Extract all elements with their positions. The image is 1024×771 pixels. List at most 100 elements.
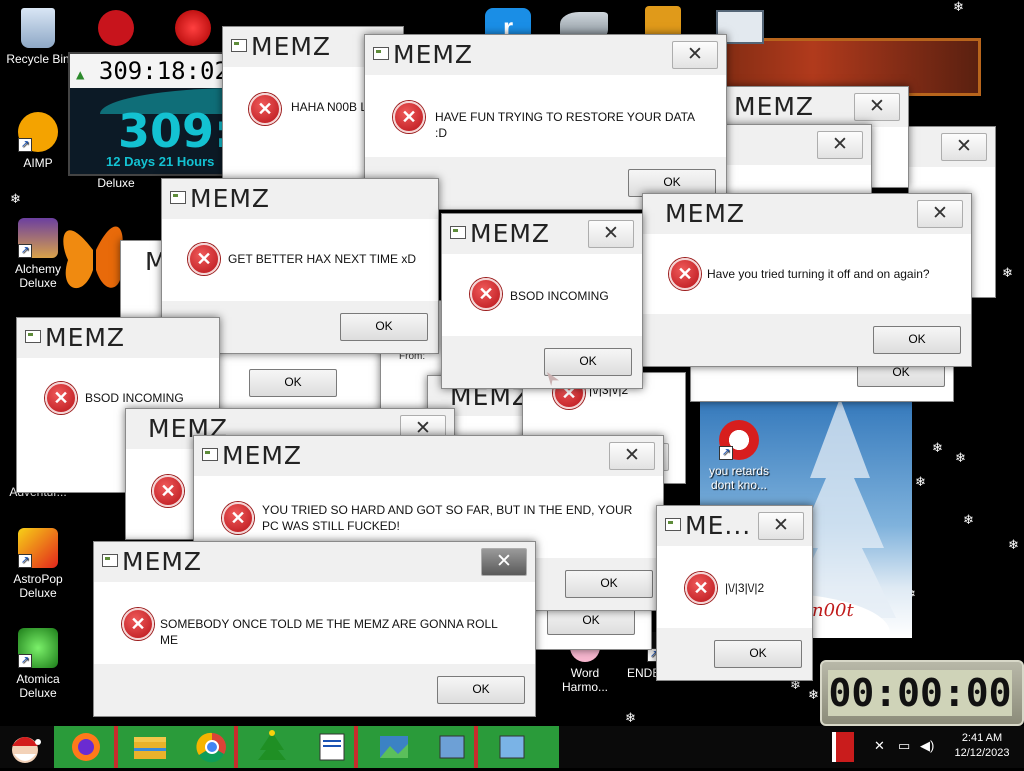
taskbar-christmas-tree[interactable] bbox=[250, 728, 294, 766]
taskbar-notepad[interactable] bbox=[310, 728, 354, 766]
desktop: ❄ ❄ ❄ ❄ ❄ ❄ ❄ ❄ ❄ ❄ ❄ ❄ ❄ n00t Recycle B… bbox=[0, 0, 1024, 726]
ok-button[interactable]: OK bbox=[873, 326, 961, 354]
top-icon-red[interactable] bbox=[98, 10, 134, 46]
taskbar: ✕ ▭ ◀) 2:41 AM 12/12/2023 bbox=[0, 726, 1024, 768]
popup-close-button[interactable]: ✕ bbox=[758, 512, 804, 540]
popup-title: MEMZ bbox=[665, 199, 746, 228]
volume-icon[interactable]: ◀) bbox=[920, 738, 934, 754]
shortcut-arrow-icon: ↗ bbox=[18, 244, 32, 258]
popup-title: ME... bbox=[685, 511, 752, 540]
app-window-icon bbox=[170, 191, 186, 204]
shortcut-arrow-icon: ↗ bbox=[18, 554, 32, 568]
popup-close-button[interactable]: ✕ bbox=[941, 133, 987, 161]
popup-message: GET BETTER HAX NEXT TIME xD bbox=[228, 252, 417, 266]
desktop-icon-label: Deluxe bbox=[97, 176, 135, 190]
digital-countdown-widget[interactable]: 00:00:00 bbox=[820, 660, 1024, 726]
popup-message: BSOD INCOMING bbox=[85, 391, 184, 405]
show-desktop-flag[interactable] bbox=[832, 732, 854, 762]
desktop-icon-aimp[interactable]: ↗ AIMP bbox=[2, 112, 74, 170]
error-icon: ✕ bbox=[393, 101, 425, 133]
popup-close-button[interactable]: ✕ bbox=[588, 220, 634, 248]
desktop-icon-red-dragon[interactable]: ↗ you retards dont kno... bbox=[703, 420, 775, 492]
taskbar-app[interactable] bbox=[490, 728, 534, 766]
error-icon: ✕ bbox=[685, 572, 717, 604]
ok-button[interactable]: OK bbox=[565, 570, 653, 598]
ok-button[interactable]: OK bbox=[249, 369, 337, 397]
memz-popup-ok-bg-1[interactable]: OK bbox=[218, 352, 388, 414]
error-icon: ✕ bbox=[669, 258, 701, 290]
taskbar-firefox[interactable] bbox=[64, 728, 108, 766]
app-window-icon bbox=[202, 448, 218, 461]
error-icon: ✕ bbox=[122, 608, 154, 640]
snowflake: ❄ bbox=[1008, 537, 1019, 552]
error-icon: ✕ bbox=[188, 243, 220, 275]
desktop-icon-astropop[interactable]: ↗ AstroPop Deluxe bbox=[2, 528, 74, 600]
taskbar-clock[interactable]: 2:41 AM 12/12/2023 bbox=[952, 731, 1012, 761]
alchemy-wizard-icon: ↗ bbox=[18, 218, 58, 258]
memz-popup-meme[interactable]: ME... ✕ ✕ |\/|3|\/|2 OK bbox=[656, 505, 813, 681]
start-button[interactable] bbox=[4, 728, 46, 766]
desktop-icon-atomica[interactable]: ↗ Atomica Deluxe bbox=[2, 628, 74, 700]
memz-popup-bsod-center[interactable]: MEMZ ✕ ✕ BSOD INCOMING OK bbox=[441, 213, 643, 389]
popup-title: MEMZ bbox=[470, 219, 551, 248]
ok-button[interactable]: OK bbox=[547, 607, 635, 635]
ok-button[interactable]: OK bbox=[714, 640, 802, 668]
popup-title: MEMZ bbox=[122, 547, 203, 576]
widget-big-number: 309: bbox=[118, 104, 232, 158]
app-window-icon bbox=[665, 518, 681, 531]
popup-close-button[interactable]: ✕ bbox=[609, 442, 655, 470]
shortcut-arrow-icon: ↗ bbox=[18, 654, 32, 668]
popup-close-button[interactable]: ✕ bbox=[817, 131, 863, 159]
snowflake: ❄ bbox=[10, 191, 21, 206]
countdown-display: 00:00:00 bbox=[828, 670, 1012, 716]
astropop-icon: ↗ bbox=[18, 528, 58, 568]
popup-message: BSOD INCOMING bbox=[510, 289, 609, 303]
network-icon[interactable]: ✕ bbox=[874, 738, 885, 754]
snowflake: ❄ bbox=[953, 0, 964, 14]
popup-title: MEMZ bbox=[190, 184, 271, 213]
top-icon-mushroom[interactable] bbox=[175, 10, 211, 46]
snowflake: ❄ bbox=[955, 450, 966, 465]
popup-title: MEMZ bbox=[393, 40, 474, 69]
snowflake: ❄ bbox=[1002, 265, 1013, 280]
taskbar-file-explorer[interactable] bbox=[128, 728, 172, 766]
desktop-icon-deluxe[interactable]: Deluxe bbox=[80, 176, 152, 190]
desktop-icon-recycle-bin[interactable]: Recycle Bin bbox=[2, 8, 74, 66]
battery-icon[interactable]: ▭ bbox=[898, 738, 910, 754]
popup-close-button[interactable]: ✕ bbox=[481, 548, 527, 576]
popup-close-button[interactable]: ✕ bbox=[854, 93, 900, 121]
countdown-widget[interactable]: ▲ 309:18:02 309: 12 Days 21 Hours bbox=[68, 52, 232, 176]
desktop-icon-label: AstroPop Deluxe bbox=[13, 572, 63, 600]
desktop-icon-label: Alchemy Deluxe bbox=[14, 262, 61, 290]
ok-button[interactable]: OK bbox=[340, 313, 428, 341]
popup-close-button[interactable]: ✕ bbox=[672, 41, 718, 69]
desktop-icon-label: you retards dont kno... bbox=[708, 464, 770, 492]
snowflake: ❄ bbox=[915, 474, 926, 489]
memz-popup-somebody[interactable]: MEMZ ✕ ✕ SOMEBODY ONCE TOLD ME THE MEMZ … bbox=[93, 541, 536, 717]
popup-title: MEMZ bbox=[734, 92, 815, 121]
aimp-icon: ↗ bbox=[18, 112, 58, 152]
app-window-icon bbox=[450, 226, 466, 239]
notepad-icon bbox=[319, 733, 345, 761]
app-window-icon bbox=[102, 554, 118, 567]
popup-title: MEMZ bbox=[251, 32, 332, 61]
ok-button[interactable]: OK bbox=[544, 348, 632, 376]
error-icon: ✕ bbox=[152, 475, 184, 507]
popup-message: Have you tried turning it off and on aga… bbox=[707, 267, 930, 281]
ok-button[interactable]: OK bbox=[437, 676, 525, 704]
desktop-icon-label: AIMP bbox=[23, 156, 53, 170]
memz-popup-turn-off[interactable]: MEMZ ✕ ✕ Have you tried turning it off a… bbox=[642, 193, 972, 367]
popup-close-button[interactable]: ✕ bbox=[917, 200, 963, 228]
desktop-icon-label: Atomica Deluxe bbox=[16, 672, 60, 700]
error-icon: ✕ bbox=[249, 93, 281, 125]
app-window-icon bbox=[25, 330, 41, 343]
app-window-icon bbox=[373, 47, 389, 60]
widget-digits: 309:18:02 bbox=[98, 57, 229, 85]
taskbar-app[interactable] bbox=[430, 728, 474, 766]
taskbar-chrome[interactable] bbox=[190, 728, 234, 766]
taskbar-image-viewer[interactable] bbox=[372, 728, 416, 766]
christmas-tree-icon bbox=[258, 730, 286, 760]
popup-message: |\/|3|\/|2 bbox=[725, 581, 765, 595]
popup-title: MEMZ bbox=[45, 323, 126, 352]
recycle-bin-icon bbox=[21, 8, 55, 48]
